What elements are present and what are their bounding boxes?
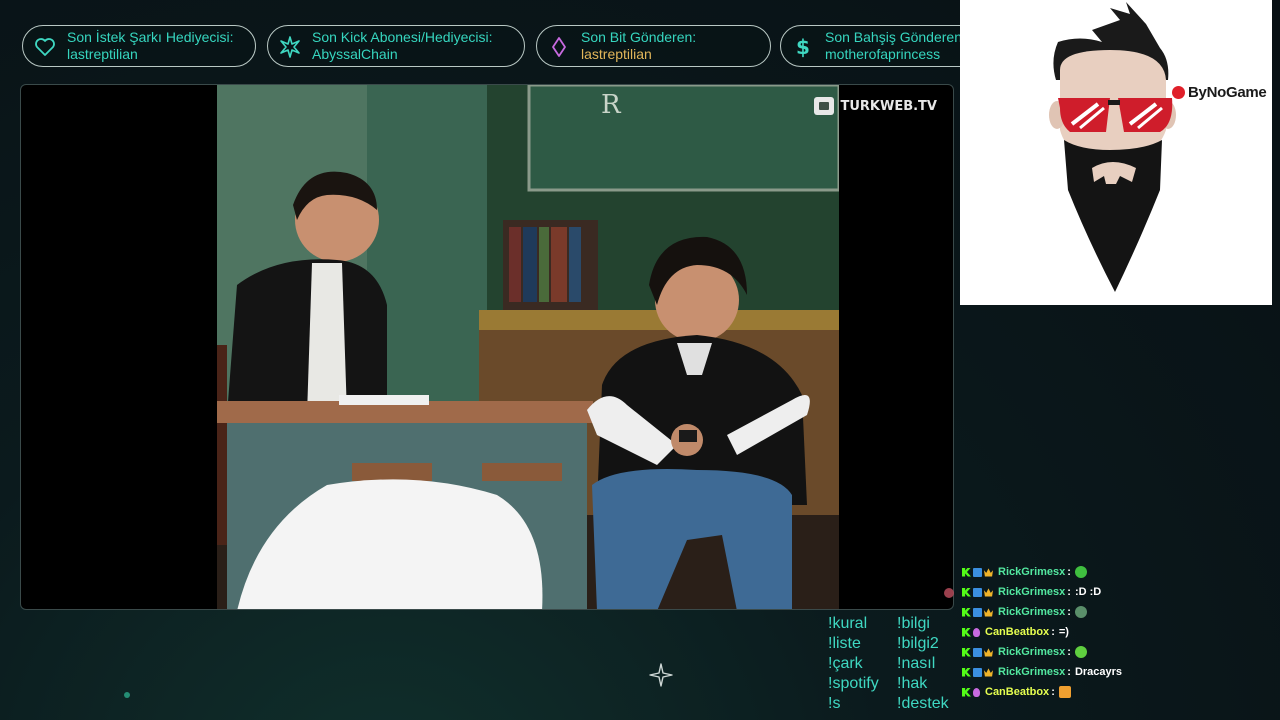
chat-username: RickGrimesx (998, 566, 1066, 578)
bearded-avatar-icon (1049, 2, 1176, 292)
chat-message: RickGrimesx : Dracayrs (962, 662, 1262, 682)
chat-username: RickGrimesx (998, 646, 1066, 658)
subscriber-badge-icon (973, 567, 982, 577)
chat-username: RickGrimesx (998, 666, 1066, 678)
command-nasil: !nasıl (897, 655, 936, 672)
alerts-bar: Son İstek Şarkı Hediyecisi: lastreptilia… (20, 24, 960, 68)
alert-username: lastreptilian (581, 46, 652, 62)
command-bilgi2: !bilgi2 (897, 635, 939, 652)
brand-logo: ByNoGame (1172, 84, 1267, 101)
webcam-panel: ByNoGame (960, 0, 1272, 305)
chat-colon: : (1051, 686, 1055, 698)
kick-badge-icon (962, 687, 971, 697)
alert-song-request: Son İstek Şarkı Hediyecisi: lastreptilia… (22, 25, 256, 67)
subscriber-badge-icon (973, 587, 982, 597)
chat-message: CanBeatbox : =) (962, 622, 1262, 642)
chat-username: CanBeatbox (985, 626, 1050, 638)
dollar-icon: $ (796, 35, 810, 59)
command-liste: !liste (828, 635, 861, 652)
brand-name: ByNoGame (1188, 84, 1267, 101)
command-bilgi: !bilgi (897, 615, 930, 632)
board-letter: R (601, 90, 622, 120)
alert-username: motherofaprincess (825, 46, 941, 62)
tv-icon (814, 97, 835, 115)
command-column-left: !kural !liste !çark !spotify !s (828, 614, 879, 714)
chat-colon: : (1051, 626, 1055, 638)
video-player[interactable]: R TURKWEB.TV (20, 84, 954, 610)
chat-message: RickGrimesx : (962, 562, 1262, 582)
decorative-dot (124, 692, 130, 698)
kick-badge-icon (962, 587, 971, 597)
crown-badge-icon (984, 588, 993, 597)
alert-username: lastreptilian (67, 46, 138, 62)
command-kural: !kural (828, 615, 868, 632)
chat-username: RickGrimesx (998, 606, 1066, 618)
chat-text: =) (1058, 626, 1069, 638)
face-emote-icon (1074, 606, 1087, 618)
watermark-text: TURKWEB.TV (840, 98, 937, 114)
alert-bits: Son Bit Gönderen: lastreptilian (536, 25, 771, 67)
diamond-icon (552, 37, 566, 57)
crown-badge-icon (984, 668, 993, 677)
alert-username: AbyssalChain (312, 46, 398, 62)
brand-dot-icon (1172, 86, 1185, 99)
crown-badge-icon (984, 648, 993, 657)
kick-badge-icon (962, 627, 971, 637)
star-icon (280, 36, 300, 58)
chat-text: Dracayrs (1074, 666, 1123, 678)
frog-emote-icon (1074, 646, 1087, 658)
crown-badge-icon (984, 568, 993, 577)
chat-colon: : (1067, 566, 1071, 578)
command-s: !s (828, 695, 841, 712)
command-destek: !destek (897, 695, 949, 712)
green-emote-icon (1074, 566, 1087, 578)
chat-colon: : (1067, 606, 1071, 618)
subscriber-badge-icon (973, 607, 982, 617)
video-watermark: TURKWEB.TV (814, 97, 937, 115)
command-hak: !hak (897, 675, 928, 692)
chat-colon: : (1067, 666, 1071, 678)
kick-badge-icon (962, 567, 971, 577)
kick-badge-icon (962, 647, 971, 657)
chat-message: CanBeatbox : (962, 682, 1262, 702)
emote-marker-icon (944, 588, 954, 598)
command-spotify: !spotify (828, 675, 879, 692)
heart-icon (35, 38, 55, 56)
chat-message: RickGrimesx : :D :D (962, 582, 1262, 602)
chat-message: RickGrimesx : (962, 642, 1262, 662)
chat-username: RickGrimesx (998, 586, 1066, 598)
kick-badge-icon (962, 667, 971, 677)
chat-colon: : (1067, 646, 1071, 658)
microphone-badge-icon (973, 627, 980, 637)
subscriber-badge-icon (973, 667, 982, 677)
alert-tip: $ Son Bahşiş Gönderen motherofaprincess (780, 25, 960, 67)
alert-label: Son Bit Gönderen: (581, 29, 697, 45)
crown-badge-icon (984, 608, 993, 617)
svg-text:$: $ (796, 35, 810, 59)
kick-badge-icon (962, 607, 971, 617)
chat-username: CanBeatbox (985, 686, 1050, 698)
alert-label: Son Kick Abonesi/Hediyecisi: (312, 29, 493, 45)
chat-colon: : (1067, 586, 1071, 598)
alert-label: Son Bahşiş Gönderen (825, 29, 960, 45)
chat-overlay: RickGrimesx : RickGrimesx : :D :D RickGr… (962, 562, 1262, 702)
subscriber-badge-icon (973, 647, 982, 657)
chat-text: :D :D (1074, 586, 1102, 598)
fire-emote-icon (1058, 686, 1071, 698)
alert-kick-subscriber: Son Kick Abonesi/Hediyecisi: AbyssalChai… (267, 25, 525, 67)
alert-label: Son İstek Şarkı Hediyecisi: (67, 29, 234, 45)
command-cark: !çark (828, 655, 863, 672)
command-column-right: !bilgi !bilgi2 !nasıl !hak !destek (897, 614, 949, 714)
sparkle-icon (649, 663, 673, 687)
command-list: !kural !liste !çark !spotify !s !bilgi !… (828, 614, 960, 720)
microphone-badge-icon (973, 687, 980, 697)
chat-message: RickGrimesx : (962, 602, 1262, 622)
video-frame: R (217, 85, 839, 609)
